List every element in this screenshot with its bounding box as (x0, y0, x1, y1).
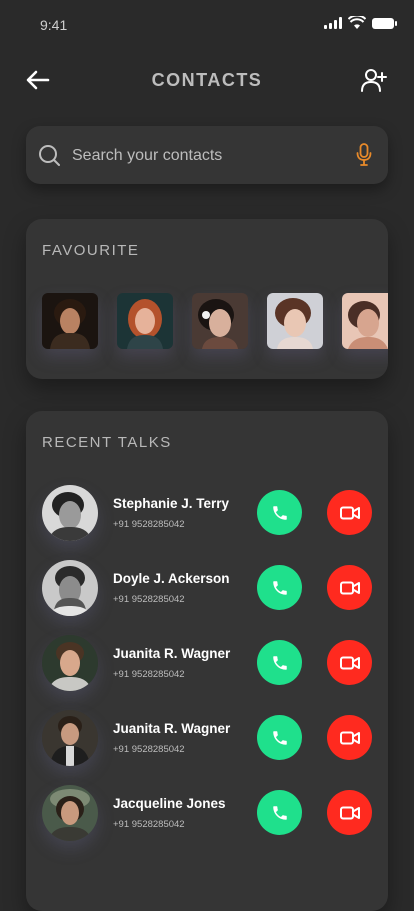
favourite-list (42, 293, 388, 349)
wifi-icon (348, 16, 366, 29)
mic-icon[interactable] (356, 143, 372, 167)
battery-icon (372, 17, 397, 29)
contact-avatar[interactable] (42, 485, 98, 541)
favourite-card: FAVOURITE (26, 219, 388, 379)
contact-row: Doyle J. Ackerson +91 9528285042 (42, 560, 372, 616)
recent-talks-card: RECENT TALKS Stephanie J. Terry +91 9528… (26, 411, 388, 911)
contact-name: Jacqueline Jones (113, 796, 226, 811)
search-icon (39, 145, 60, 166)
video-camera-icon (339, 731, 360, 744)
favourite-title: FAVOURITE (42, 242, 140, 259)
call-button[interactable] (257, 790, 302, 835)
contact-avatar[interactable] (42, 635, 98, 691)
video-call-button[interactable] (327, 640, 372, 685)
phone-icon (272, 505, 287, 520)
favourite-avatar[interactable] (117, 293, 173, 349)
contact-name: Juanita R. Wagner (113, 721, 231, 736)
contact-name: Juanita R. Wagner (113, 646, 231, 661)
status-time: 9:41 (40, 17, 68, 33)
add-user-icon[interactable] (360, 67, 388, 93)
search-input[interactable] (70, 140, 344, 172)
video-call-button[interactable] (327, 790, 372, 835)
contact-row: Jacqueline Jones +91 9528285042 (42, 785, 372, 841)
video-camera-icon (339, 581, 360, 594)
video-camera-icon (339, 656, 360, 669)
contact-phone: +91 9528285042 (113, 519, 185, 530)
call-button[interactable] (257, 640, 302, 685)
video-call-button[interactable] (327, 715, 372, 760)
call-button[interactable] (257, 565, 302, 610)
favourite-avatar[interactable] (42, 293, 98, 349)
status-bar: 9:41 (0, 0, 414, 50)
video-camera-icon (339, 506, 360, 519)
phone-icon (272, 655, 287, 670)
phone-icon (272, 580, 287, 595)
recent-talks-title: RECENT TALKS (42, 434, 172, 451)
contact-row: Juanita R. Wagner +91 9528285042 (42, 710, 372, 766)
favourite-avatar[interactable] (192, 293, 248, 349)
video-camera-icon (339, 806, 360, 819)
contact-phone: +91 9528285042 (113, 819, 185, 830)
header: CONTACTS (0, 60, 414, 100)
contact-avatar[interactable] (42, 710, 98, 766)
contact-phone: +91 9528285042 (113, 744, 185, 755)
contact-name: Stephanie J. Terry (113, 496, 230, 511)
phone-icon (272, 730, 287, 745)
contact-phone: +91 9528285042 (113, 669, 185, 680)
contact-avatar[interactable] (42, 785, 98, 841)
call-button[interactable] (257, 715, 302, 760)
contact-row: Stephanie J. Terry +91 9528285042 (42, 485, 372, 541)
contact-name: Doyle J. Ackerson (113, 571, 230, 586)
phone-icon (272, 805, 287, 820)
call-button[interactable] (257, 490, 302, 535)
contact-phone: +91 9528285042 (113, 594, 185, 605)
favourite-avatar[interactable] (267, 293, 323, 349)
search-bar (26, 126, 388, 184)
contact-row: Juanita R. Wagner +91 9528285042 (42, 635, 372, 691)
video-call-button[interactable] (327, 565, 372, 610)
video-call-button[interactable] (327, 490, 372, 535)
favourite-avatar[interactable] (342, 293, 388, 349)
status-icons (324, 16, 397, 30)
signal-icon (324, 17, 342, 29)
contact-avatar[interactable] (42, 560, 98, 616)
page-title: CONTACTS (151, 70, 263, 90)
